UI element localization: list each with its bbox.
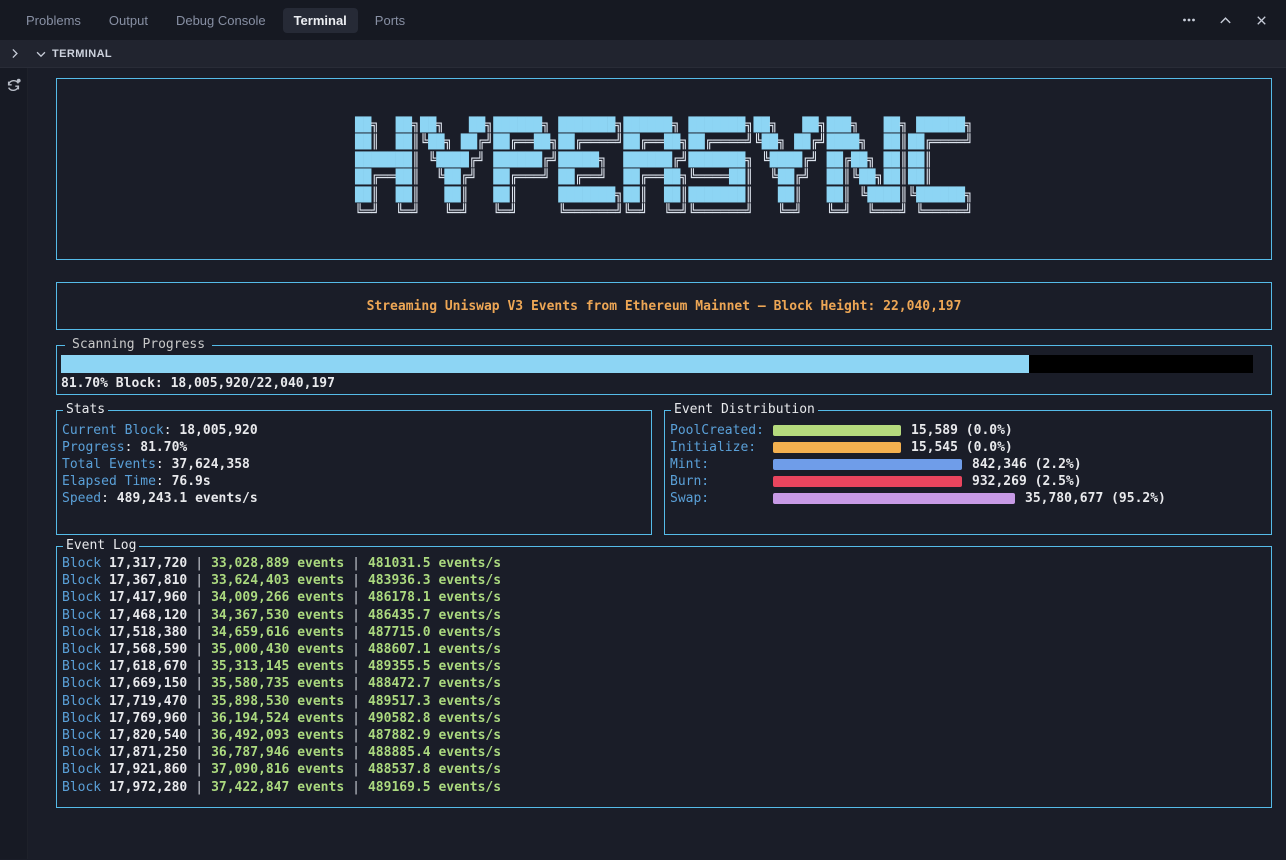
distribution-bar — [773, 425, 901, 436]
stats-title: Stats — [63, 402, 108, 417]
distribution-bar — [773, 442, 901, 453]
hypersync-banner-box: ██╗ ██╗██╗ ██╗██████╗ ███████╗██████╗ ██… — [56, 78, 1272, 260]
stream-subtitle-text: Streaming Uniswap V3 Events from Ethereu… — [367, 299, 962, 314]
progress-label: 81.70% Block: 18,005,920/22,040,197 — [61, 375, 1253, 392]
distribution-bar — [773, 459, 962, 470]
stream-subtitle-box: Streaming Uniswap V3 Events from Ethereu… — [56, 282, 1272, 330]
ascii-art-hypersync: ██╗ ██╗██╗ ██╗██████╗ ███████╗██████╗ ██… — [355, 117, 973, 222]
tab-problems[interactable]: Problems — [15, 8, 92, 33]
event-log-row: Block 17,367,810|33,624,403 events|48393… — [62, 572, 1271, 589]
distribution-bar — [773, 493, 1015, 504]
event-log-title: Event Log — [63, 538, 139, 553]
stat-row: Elapsed Time: 76.9s — [62, 473, 651, 490]
distribution-row: Burn: 932,269 (2.5%) — [670, 473, 1271, 490]
event-log-row: Block 17,417,960|34,009,266 events|48617… — [62, 589, 1271, 606]
vscode-panel-window: Problems Output Debug Console Terminal P… — [0, 0, 1286, 860]
stats-box: Stats Current Block: 18,005,920 Progress… — [56, 410, 652, 535]
panel-tabs: Problems Output Debug Console Terminal P… — [15, 8, 416, 33]
event-log-row: Block 17,719,470|35,898,530 events|48951… — [62, 693, 1271, 710]
event-log-row: Block 17,769,960|36,194,524 events|49058… — [62, 710, 1271, 727]
event-log-row: Block 17,820,540|36,492,093 events|48788… — [62, 727, 1271, 744]
close-panel-icon[interactable] — [1250, 9, 1272, 31]
stat-row: Speed: 489,243.1 events/s — [62, 490, 651, 507]
terminal-panel-header: TERMINAL — [0, 40, 1286, 68]
event-log-row: Block 17,871,250|36,787,946 events|48888… — [62, 744, 1271, 761]
tab-terminal[interactable]: Terminal — [283, 8, 358, 33]
terminal-content[interactable]: ██╗ ██╗██╗ ██╗██████╗ ███████╗██████╗ ██… — [28, 68, 1286, 859]
event-log-row: Block 17,518,380|34,659,616 events|48771… — [62, 624, 1271, 641]
expand-chevron-icon[interactable] — [0, 47, 28, 60]
stat-row: Total Events: 37,624,358 — [62, 456, 651, 473]
distribution-row: PoolCreated: 15,589 (0.0%) — [670, 422, 1271, 439]
event-log-row: Block 17,972,280|37,422,847 events|48916… — [62, 779, 1271, 796]
progress-bar-track — [61, 355, 1253, 373]
event-log-row: Block 17,468,120|34,367,530 events|48643… — [62, 607, 1271, 624]
event-log-row: Block 17,618,670|35,313,145 events|48935… — [62, 658, 1271, 675]
scanning-progress-title: Scanning Progress — [65, 337, 212, 352]
event-distribution-title: Event Distribution — [671, 402, 818, 417]
stat-row: Progress: 81.70% — [62, 439, 651, 456]
distribution-bar — [773, 476, 962, 487]
panel-body: ██╗ ██╗██╗ ██╗██████╗ ███████╗██████╗ ██… — [0, 68, 1286, 859]
tab-output[interactable]: Output — [98, 8, 159, 33]
event-log-row: Block 17,317,720|33,028,889 events|48103… — [62, 555, 1271, 572]
terminal-section-chevron-icon[interactable] — [34, 47, 48, 61]
sync-icon[interactable] — [5, 77, 22, 98]
maximize-panel-icon[interactable] — [1214, 9, 1236, 31]
event-log-row: Block 17,669,150|35,580,735 events|48847… — [62, 675, 1271, 692]
distribution-row: Mint: 842,346 (2.2%) — [670, 456, 1271, 473]
panel-tab-bar: Problems Output Debug Console Terminal P… — [0, 0, 1286, 40]
progress-bar-fill — [61, 355, 1029, 373]
distribution-row: Swap: 35,780,677 (95.2%) — [670, 490, 1271, 507]
event-log-box: Event Log Block 17,317,720|33,028,889 ev… — [56, 546, 1272, 808]
tab-ports[interactable]: Ports — [364, 8, 416, 33]
event-log-row: Block 17,568,590|35,000,430 events|48860… — [62, 641, 1271, 658]
panel-actions — [1178, 9, 1272, 31]
event-log-row: Block 17,921,860|37,090,816 events|48853… — [62, 761, 1271, 778]
left-icon-strip — [0, 68, 28, 859]
distribution-row: Initialize: 15,545 (0.0%) — [670, 439, 1271, 456]
more-actions-icon[interactable] — [1178, 9, 1200, 31]
tab-debug-console[interactable]: Debug Console — [165, 8, 277, 33]
stat-row: Current Block: 18,005,920 — [62, 422, 651, 439]
panel-header-title: TERMINAL — [52, 48, 112, 60]
scanning-progress-box: Scanning Progress 81.70% Block: 18,005,9… — [56, 345, 1272, 395]
event-distribution-box: Event Distribution PoolCreated: 15,589 (… — [664, 410, 1272, 535]
